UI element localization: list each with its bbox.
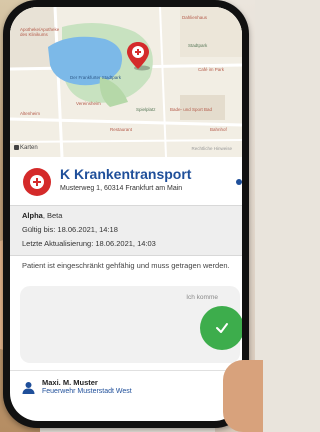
status-dot-icon: [236, 179, 242, 185]
respond-label: Ich komme: [186, 294, 218, 301]
map-label-bad: Bade- und Sport Bad: [170, 107, 213, 112]
patient-name: Alpha, Beta: [22, 211, 62, 220]
patient-last-name: Alpha: [22, 211, 43, 220]
last-update: Letzte Aktualisierung: 18.06.2021, 14:03: [22, 239, 156, 248]
phone-frame: Apotheke/Apotheke des Klinikums Dahlienh…: [3, 0, 249, 428]
user-icon: [22, 381, 35, 394]
map-pin-icon[interactable]: [126, 41, 150, 71]
user-name: Maxi. M. Muster: [42, 378, 98, 387]
map-label-vereinsheim: Vereinsheim: [76, 101, 101, 106]
map-label-restaurant: Restaurant: [110, 127, 133, 132]
map-attribution-label: Karten: [20, 145, 38, 151]
map-label-bahnhof: Bahnhof: [210, 127, 227, 132]
check-icon: [216, 323, 228, 333]
map-label-cafe: Café im Park: [198, 67, 225, 72]
company-title: K Krankentransport: [60, 166, 192, 182]
map-label-see: Der Frankfurter Stadtpark: [70, 75, 122, 80]
patient-first-name: , Beta: [42, 211, 63, 220]
map-label-apotheke: Apotheke/Apotheke des Klinikums: [20, 27, 60, 37]
hand-right: [223, 360, 263, 432]
patient-description: Patient ist eingeschränkt gehfähig und m…: [22, 261, 230, 270]
respond-card: Ich komme: [20, 286, 242, 363]
map-label-spielplatz: Spielplatz: [136, 107, 156, 112]
map-label-altenheim: Altenheim: [20, 111, 41, 116]
red-cross-logo-icon: [23, 168, 51, 196]
map-label-dahlienhaus: Dahlienhaus: [182, 15, 208, 20]
divider: [10, 370, 242, 371]
map-label-stadtpark: Stadtpark: [188, 43, 208, 48]
confirm-button[interactable]: [200, 306, 242, 350]
valid-until: Gültig bis: 18.06.2021, 14:18: [22, 225, 118, 234]
patient-info-panel: Alpha, Beta Gültig bis: 18.06.2021, 14:1…: [10, 205, 242, 256]
company-address: Musterweg 1, 60314 Frankfurt am Main: [60, 185, 183, 192]
map-legal-link[interactable]: Rechtliche Hinweise: [191, 146, 232, 151]
map-view[interactable]: Apotheke/Apotheke des Klinikums Dahlienh…: [10, 7, 242, 157]
user-organization: Feuerwehr Musterstadt West: [42, 388, 132, 395]
apple-logo-icon: [14, 145, 19, 150]
phone-screen: Apotheke/Apotheke des Klinikums Dahlienh…: [10, 7, 242, 421]
map-attribution: Karten: [14, 145, 38, 151]
